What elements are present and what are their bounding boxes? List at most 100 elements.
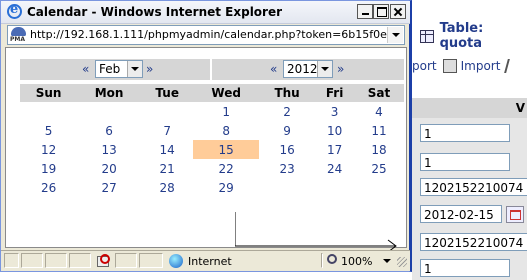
calendar-day[interactable]: 13 <box>77 140 141 159</box>
status-cell <box>69 253 91 268</box>
calendar-day[interactable]: 2 <box>259 102 315 121</box>
internet-explorer-icon <box>7 2 22 19</box>
calendar-day[interactable]: 25 <box>354 159 404 178</box>
month-select-value: Feb <box>99 62 121 76</box>
tab-operations[interactable] <box>504 59 521 73</box>
calendar-day[interactable]: 19 <box>20 159 77 178</box>
globe-icon <box>169 254 183 268</box>
status-cell <box>115 253 137 268</box>
value-header-label: V <box>515 101 525 115</box>
field-input-2[interactable]: 1 <box>420 153 510 171</box>
calendar-day[interactable]: 24 <box>315 159 354 178</box>
zoom-dropdown-icon[interactable] <box>383 259 391 263</box>
close-button[interactable] <box>390 4 406 19</box>
next-month-link[interactable]: » <box>146 62 153 76</box>
calendar-day[interactable]: 23 <box>259 159 315 178</box>
tab-import[interactable]: Import <box>442 59 501 73</box>
calendar-day[interactable]: 17 <box>315 140 354 159</box>
minimize-button[interactable] <box>357 4 373 19</box>
calendar-week-row: 1234 <box>20 102 404 121</box>
calendar-day[interactable]: 3 <box>315 102 354 121</box>
title-bar[interactable]: Calendar - Windows Internet Explorer <box>1 1 410 24</box>
address-dropdown-icon[interactable] <box>387 27 403 43</box>
calendar-popup-window: Calendar - Windows Internet Explorer PMA… <box>0 0 412 272</box>
value-column-header: V <box>412 98 527 118</box>
year-select[interactable]: 2012 <box>283 60 333 78</box>
calendar-day[interactable]: 22 <box>193 159 259 178</box>
table-title-text: Table: quota <box>439 21 484 51</box>
calendar-day[interactable]: 5 <box>20 121 77 140</box>
popup-blocked-icon[interactable] <box>97 254 110 267</box>
weekday-header: Sun <box>20 84 78 102</box>
calendar-day[interactable]: 26 <box>20 178 77 197</box>
tab-import-label: Import <box>460 59 501 73</box>
table-icon <box>420 29 434 43</box>
calendar-day[interactable]: 29 <box>193 178 259 197</box>
calendar-day[interactable]: 21 <box>141 159 193 178</box>
url-text[interactable]: http://192.168.1.111/phpmyadmin/calendar… <box>30 28 387 41</box>
field-input-1[interactable]: 1 <box>420 124 510 142</box>
calendar-week-row: 19 20 21 22 23 24 25 <box>20 159 404 178</box>
status-bar: Internet 100% <box>1 250 410 271</box>
weekday-header: Tue <box>141 84 194 102</box>
calendar-day[interactable]: 6 <box>77 121 141 140</box>
calendar-week-row: 26 27 28 29 <box>20 178 404 197</box>
zoom-level[interactable]: 100% <box>341 255 372 268</box>
wrench-icon <box>504 59 521 73</box>
calendar-day[interactable]: 9 <box>259 121 315 140</box>
address-bar[interactable]: PMA http://192.168.1.111/phpmyadmin/cale… <box>7 25 405 45</box>
weekday-header: Wed <box>193 84 259 102</box>
year-select-value: 2012 <box>287 62 318 76</box>
calendar-day[interactable]: 18 <box>354 140 404 159</box>
resize-grip-icon[interactable] <box>397 257 407 267</box>
field-input-3[interactable]: 1202152210074 <box>420 178 527 196</box>
calendar-day[interactable]: 10 <box>315 121 354 140</box>
import-icon <box>442 59 457 73</box>
weekday-header: Mon <box>77 84 142 102</box>
maximize-button[interactable] <box>373 4 389 19</box>
prev-year-link[interactable]: « <box>270 62 277 76</box>
status-cell <box>4 253 19 268</box>
pma-label: PMA <box>10 36 26 43</box>
status-cell <box>21 253 43 268</box>
calendar-content: « Feb » « 2012 » Sun Mon Tue Wed Thu Fri… <box>5 47 407 252</box>
calendar-grid: Sun Mon Tue Wed Thu Fri Sat 1 2 3 4 5 6 7 8 9 10 1… <box>20 84 404 197</box>
calendar-day[interactable]: 15 <box>193 140 259 159</box>
calendar-day[interactable]: 1 <box>193 102 259 121</box>
prev-month-link[interactable]: « <box>82 62 89 76</box>
month-select[interactable]: Feb <box>95 60 143 78</box>
tab-bar: port Import <box>412 55 521 77</box>
annotation-arrow <box>235 212 397 252</box>
month-navigation: « Feb » <box>20 59 210 80</box>
calendar-button-icon[interactable] <box>506 206 524 223</box>
field-input-5[interactable]: 1202152210074 R <box>420 233 527 251</box>
calendar-week-row: 12 13 14 15 16 17 18 <box>20 140 404 159</box>
field-input-6[interactable]: 1 <box>420 259 510 277</box>
calendar-empty-cell <box>315 178 354 197</box>
calendar-day[interactable]: 11 <box>354 121 404 140</box>
calendar-day[interactable]: 16 <box>259 140 315 159</box>
weekday-header: Fri <box>315 84 354 102</box>
calendar-empty-cell <box>259 178 315 197</box>
next-year-link[interactable]: » <box>337 62 344 76</box>
calendar-day[interactable]: 12 <box>20 140 77 159</box>
weekday-header-row: Sun Mon Tue Wed Thu Fri Sat <box>20 84 404 102</box>
calendar-day[interactable]: 7 <box>141 121 193 140</box>
calendar-day[interactable]: 4 <box>354 102 404 121</box>
table-title: Table: quota <box>420 21 527 51</box>
weekday-header: Sat <box>353 84 404 102</box>
weekday-header: Thu <box>259 84 316 102</box>
phpmyadmin-icon: PMA <box>10 27 27 43</box>
calendar-day[interactable]: 20 <box>77 159 141 178</box>
calendar-day[interactable]: 14 <box>141 140 193 159</box>
status-cell <box>139 253 163 268</box>
calendar-day[interactable]: 8 <box>193 121 259 140</box>
tab-export[interactable]: port <box>412 59 437 73</box>
calendar-day[interactable]: 27 <box>77 178 141 197</box>
zoom-icon[interactable] <box>327 254 337 264</box>
calendar-empty-cell <box>354 178 404 197</box>
security-zone: Internet <box>188 255 232 268</box>
date-field-input[interactable]: 2012-02-15 <box>420 205 502 223</box>
tab-export-label: port <box>412 59 437 73</box>
calendar-day[interactable]: 28 <box>141 178 193 197</box>
